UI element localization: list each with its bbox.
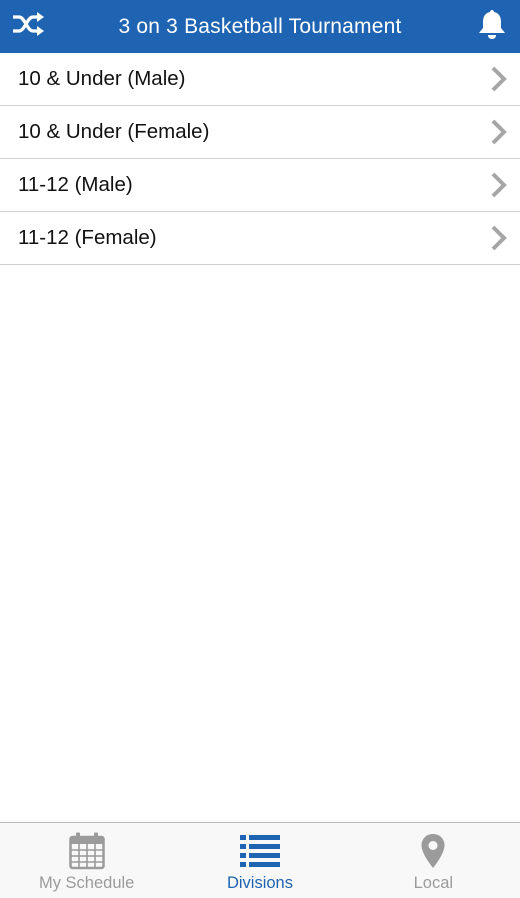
- bell-icon: [477, 8, 507, 45]
- tab-divisions[interactable]: Divisions: [173, 823, 346, 898]
- division-row[interactable]: 10 & Under (Female): [0, 106, 520, 159]
- chevron-right-icon: [488, 170, 510, 200]
- tab-bar: My Schedule Divisions Local: [0, 822, 520, 898]
- chevron-right-icon: [488, 223, 510, 253]
- division-row[interactable]: 10 & Under (Male): [0, 53, 520, 106]
- tab-label: Local: [413, 874, 454, 892]
- calendar-icon: [68, 832, 105, 870]
- chevron-right-icon: [488, 117, 510, 147]
- tab-my-schedule[interactable]: My Schedule: [0, 823, 173, 898]
- app-header: 3 on 3 Basketball Tournament: [0, 0, 520, 53]
- shuffle-button[interactable]: [0, 0, 56, 53]
- division-row[interactable]: 11-12 (Male): [0, 159, 520, 212]
- tab-local[interactable]: Local: [347, 823, 520, 898]
- division-list: 10 & Under (Male) 10 & Under (Female) 11…: [0, 53, 520, 265]
- shuffle-icon: [11, 11, 45, 42]
- division-label: 11-12 (Female): [18, 226, 157, 249]
- page-title: 3 on 3 Basketball Tournament: [118, 14, 402, 38]
- division-label: 11-12 (Male): [18, 173, 133, 196]
- division-label: 10 & Under (Female): [18, 120, 210, 143]
- tab-label: My Schedule: [38, 874, 135, 892]
- chevron-right-icon: [488, 64, 510, 94]
- tab-label: Divisions: [226, 874, 293, 892]
- list-icon: [239, 832, 280, 870]
- division-row[interactable]: 11-12 (Female): [0, 212, 520, 265]
- division-label: 10 & Under (Male): [18, 67, 186, 90]
- notifications-button[interactable]: [464, 0, 520, 53]
- map-pin-icon: [420, 832, 446, 870]
